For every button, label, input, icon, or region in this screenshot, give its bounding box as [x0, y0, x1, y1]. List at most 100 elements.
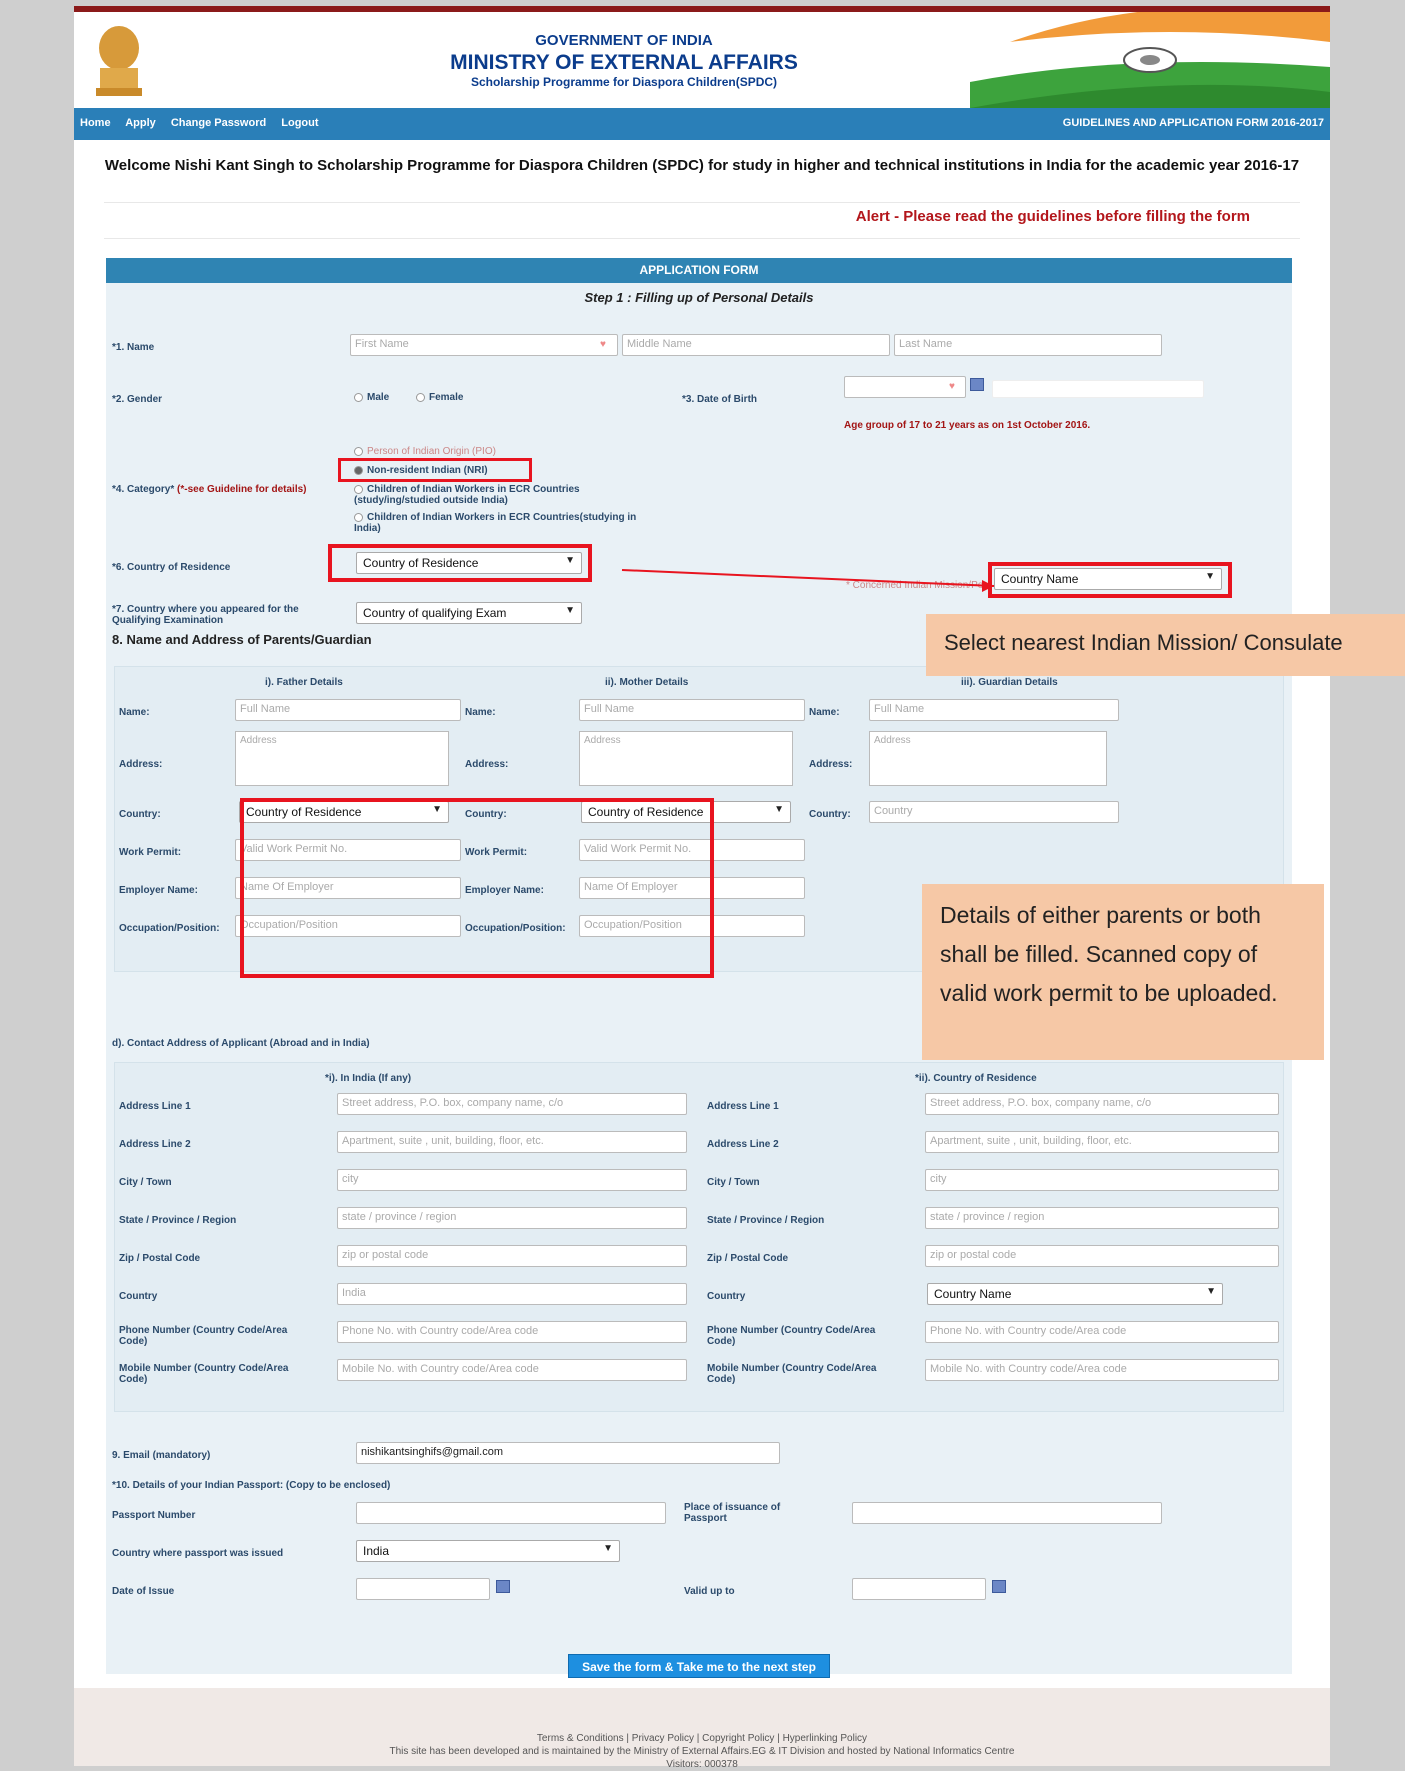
cor-mobile-label: Mobile Number (Country Code/Area Code) [707, 1363, 877, 1385]
india-zip-input[interactable]: zip or postal code [337, 1245, 687, 1267]
guardian-country-input[interactable]: Country [869, 801, 1119, 823]
addr2-label: Address Line 2 [119, 1139, 191, 1150]
date-issue-label: Date of Issue [112, 1586, 175, 1597]
gender-male-radio[interactable]: Male [354, 392, 389, 403]
category-ecr-india-radio[interactable]: Children of Indian Workers in ECR Countr… [354, 512, 654, 534]
cor-zip-label: Zip / Postal Code [707, 1253, 789, 1264]
cor-zip-input[interactable]: zip or postal code [925, 1245, 1279, 1267]
father-name-input[interactable]: Full Name [235, 699, 461, 721]
india-head: *i). In India (If any) [325, 1073, 412, 1084]
india-country-input[interactable]: India [337, 1283, 687, 1305]
dob-input[interactable] [844, 376, 966, 398]
cor-addr1-input[interactable]: Street address, P.O. box, company name, … [925, 1093, 1279, 1115]
cor-addr2-input[interactable]: Apartment, suite , unit, building, floor… [925, 1131, 1279, 1153]
category-ecr-outside-radio[interactable]: Children of Indian Workers in ECR Countr… [354, 484, 654, 506]
male-label: Male [367, 392, 390, 403]
category-label: *4. Category* (*-see Guideline for detai… [112, 484, 307, 495]
header-line1: GOVERNMENT OF INDIA [535, 32, 713, 49]
category-ecr-outside-label: Children of Indian Workers in ECR Countr… [354, 484, 580, 506]
cor-state-input[interactable]: state / province / region [925, 1207, 1279, 1229]
cor-addr2-label: Address Line 2 [707, 1139, 779, 1150]
city-label: City / Town [119, 1177, 172, 1188]
header-title: GOVERNMENT OF INDIA MINISTRY OF EXTERNAL… [374, 32, 874, 89]
cor-city-input[interactable]: city [925, 1169, 1279, 1191]
category-ecr-india-label: Children of Indian Workers in ECR Countr… [354, 512, 637, 534]
residence-label: *6. Country of Residence [112, 562, 231, 573]
addr1-label: Address Line 1 [119, 1101, 191, 1112]
dob-display [992, 380, 1204, 398]
guardian-name-label: Name: [809, 707, 840, 718]
valid-upto-input[interactable] [852, 1578, 986, 1600]
middle-name-input[interactable]: Middle Name [622, 334, 890, 356]
footer-links[interactable]: Terms & Conditions | Privacy Policy | Co… [74, 1732, 1330, 1745]
dob-label: *3. Date of Birth [682, 394, 758, 405]
india-phone-input[interactable]: Phone No. with Country code/Area code [337, 1321, 687, 1343]
first-name-input[interactable]: First Name [350, 334, 618, 356]
nav-change-password[interactable]: Change Password [171, 117, 266, 129]
passport-no-label: Passport Number [112, 1510, 196, 1521]
india-state-input[interactable]: state / province / region [337, 1207, 687, 1229]
father-head: i). Father Details [265, 677, 343, 688]
mother-address-input[interactable]: Address [579, 731, 793, 786]
nav-apply[interactable]: Apply [125, 117, 156, 129]
father-country-label: Country: [119, 809, 161, 820]
parents-highlight-box [240, 798, 714, 978]
residence-highlight-box [328, 544, 592, 582]
passport-no-input[interactable] [356, 1502, 666, 1524]
india-addr2-input[interactable]: Apartment, suite , unit, building, floor… [337, 1131, 687, 1153]
guardian-country-label: Country: [809, 809, 851, 820]
country-issue-label: Country where passport was issued [112, 1548, 284, 1559]
cor-addr1-label: Address Line 1 [707, 1101, 779, 1112]
calendar-icon[interactable] [992, 1580, 1006, 1593]
step-title: Step 1 : Filling up of Personal Details [584, 290, 814, 305]
india-city-input[interactable]: city [337, 1169, 687, 1191]
nav-home[interactable]: Home [80, 117, 111, 129]
save-next-button[interactable]: Save the form & Take me to the next step [568, 1654, 830, 1678]
cor-phone-input[interactable]: Phone No. with Country code/Area code [925, 1321, 1279, 1343]
nav-links: Home Apply Change Password Logout [80, 117, 331, 129]
female-label: Female [429, 392, 464, 403]
country-issue-value: India [363, 1544, 390, 1558]
country2-label: Country [119, 1291, 158, 1302]
last-name-input[interactable]: Last Name [894, 334, 1162, 356]
calendar-icon[interactable] [970, 378, 984, 391]
india-addr1-input[interactable]: Street address, P.O. box, company name, … [337, 1093, 687, 1115]
header-line2: MINISTRY OF EXTERNAL AFFAIRS [450, 51, 798, 74]
father-name-label: Name: [119, 707, 150, 718]
cor-country-select[interactable]: Country Name ▼ [927, 1283, 1223, 1305]
mission-highlight-box [988, 562, 1232, 598]
guardian-name-input[interactable]: Full Name [869, 699, 1119, 721]
footer-visitors: Visitors: 000378 [666, 1759, 738, 1770]
email-label: 9. Email (mandatory) [112, 1450, 211, 1461]
guardian-address-input[interactable]: Address [869, 731, 1107, 786]
form-title: APPLICATION FORM [106, 258, 1292, 283]
name-label: *1. Name [112, 342, 155, 353]
father-occ-label: Occupation/Position: [119, 923, 220, 934]
date-issue-input[interactable] [356, 1578, 490, 1600]
mission-callout: Select nearest Indian Mission/ Consulate [926, 614, 1405, 676]
gender-female-radio[interactable]: Female [416, 392, 463, 403]
place-issue-input[interactable] [852, 1502, 1162, 1524]
footer: Terms & Conditions | Privacy Policy | Co… [74, 1688, 1330, 1770]
mother-name-label: Name: [465, 707, 496, 718]
guardian-head: iii). Guardian Details [961, 677, 1058, 688]
divider [104, 238, 1300, 239]
nri-highlight-box [338, 458, 532, 482]
state-label: State / Province / Region [119, 1215, 237, 1226]
nav-logout[interactable]: Logout [281, 117, 318, 129]
category-pio-radio[interactable]: Person of Indian Origin (PIO) [354, 446, 496, 457]
cor-mobile-input[interactable]: Mobile No. with Country code/Area code [925, 1359, 1279, 1381]
nav-guidelines[interactable]: GUIDELINES AND APPLICATION FORM 2016-201… [1063, 117, 1324, 129]
gender-label: *2. Gender [112, 394, 163, 405]
country-issue-select[interactable]: India ▼ [356, 1540, 620, 1562]
mother-name-input[interactable]: Full Name [579, 699, 805, 721]
zip-label: Zip / Postal Code [119, 1253, 201, 1264]
qualify-select[interactable]: Country of qualifying Exam ▼ [356, 602, 582, 624]
father-address-input[interactable]: Address [235, 731, 449, 786]
calendar-icon[interactable] [496, 1580, 510, 1593]
guardian-address-label: Address: [809, 759, 853, 770]
email-input[interactable]: nishikantsinghifs@gmail.com [356, 1442, 780, 1464]
chevron-down-icon: ▼ [774, 804, 784, 815]
father-work-label: Work Permit: [119, 847, 182, 858]
india-mobile-input[interactable]: Mobile No. with Country code/Area code [337, 1359, 687, 1381]
